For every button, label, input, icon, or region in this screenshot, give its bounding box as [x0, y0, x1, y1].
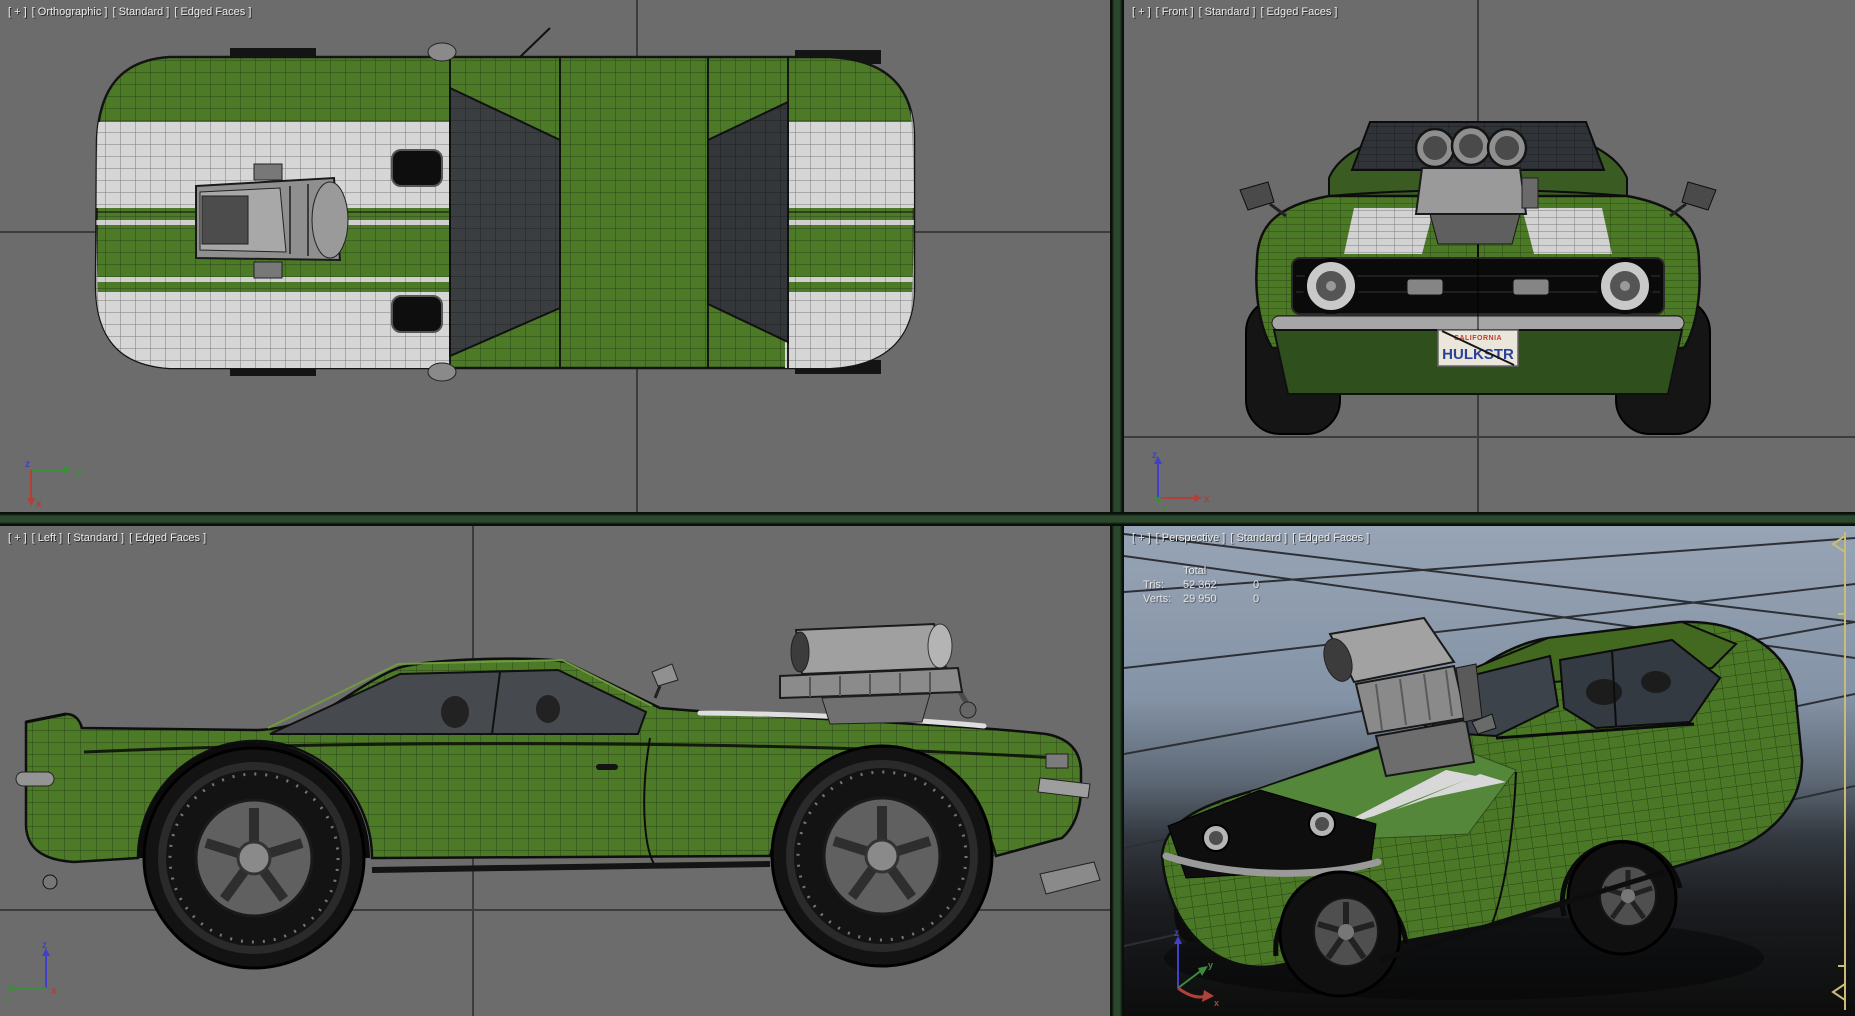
rear-wheel — [142, 746, 366, 970]
label-plus-menu[interactable]: [ + ] — [1132, 532, 1151, 544]
stats-row-verts: Verts: 29 950 0 — [1143, 593, 1260, 605]
side-mirror — [427, 362, 457, 382]
label-pov-menu[interactable]: [ Left ] — [32, 532, 63, 544]
svg-text:y: y — [1208, 960, 1213, 970]
label-shading-menu[interactable]: [ Edged Faces ] — [174, 6, 251, 18]
seat — [1586, 679, 1622, 705]
axis-tripod: z y x — [4, 940, 57, 1004]
svg-text:x: x — [51, 986, 57, 997]
label-shading-menu[interactable]: [ Edged Faces ] — [1292, 532, 1369, 544]
label-pov-menu[interactable]: [ Orthographic ] — [32, 6, 108, 18]
rear-bumper — [15, 771, 55, 787]
antenna — [519, 27, 551, 58]
label-standard-menu[interactable]: [ Standard ] — [67, 532, 124, 544]
label-shading-menu[interactable]: [ Edged Faces ] — [129, 532, 206, 544]
side-mirror — [1669, 181, 1717, 218]
max-quad-viewports: [ + ] [ Orthographic ] [ Standard ] [ Ed… — [0, 0, 1855, 1016]
side-mirror — [427, 42, 457, 62]
front-canvas[interactable]: CALIFORNIA HULKSTR — [1124, 0, 1855, 512]
license-plate: CALIFORNIA HULKSTR — [1437, 329, 1519, 367]
viewport-splitter-horizontal[interactable] — [0, 512, 1855, 526]
viewport-splitter-vertical[interactable] — [1110, 0, 1124, 1016]
svg-text:z: z — [1152, 450, 1157, 461]
label-shading-menu[interactable]: [ Edged Faces ] — [1260, 6, 1337, 18]
rocker-stripe — [371, 861, 771, 873]
front-air-dam — [1039, 861, 1101, 895]
viewport-front[interactable]: CALIFORNIA HULKSTR [+] [Front] [Sta… — [1124, 0, 1855, 512]
viewport-label-orthographic: [ + ] [ Orthographic ] [ Standard ] [ Ed… — [8, 6, 251, 18]
label-standard-menu[interactable]: [ Standard ] — [1230, 532, 1287, 544]
axis-tripod: z x y — [1152, 450, 1210, 512]
side-mirror — [1239, 181, 1287, 218]
car-model-front-view[interactable]: CALIFORNIA HULKSTR — [1239, 115, 1717, 435]
axis-tripod: z y x — [25, 459, 82, 510]
label-plus-menu[interactable]: [ + ] — [8, 532, 27, 544]
viewport-orthographic[interactable]: [ + ] [ Orthographic ] [ Standard ] [ Ed… — [0, 0, 1110, 512]
svg-text:x: x — [1214, 998, 1219, 1008]
side-mirror — [651, 663, 679, 699]
label-plus-menu[interactable]: [ + ] — [1132, 6, 1151, 18]
stats-row-tris: Tris: 52 362 0 — [1143, 579, 1260, 591]
label-standard-menu[interactable]: [ Standard ] — [112, 6, 169, 18]
svg-text:y: y — [76, 467, 82, 478]
active-viewport-indicator — [1831, 532, 1846, 1010]
front-wheel — [770, 744, 994, 968]
svg-text:x: x — [1204, 494, 1210, 505]
svg-text:z: z — [25, 459, 30, 470]
left-canvas[interactable] — [0, 526, 1110, 1016]
exhaust-tip — [42, 874, 58, 890]
seat — [1641, 671, 1671, 693]
orthographic-canvas[interactable] — [0, 0, 1110, 512]
stats-header: Total — [1183, 565, 1207, 577]
viewport-perspective[interactable]: [ + ] [ Perspective ] [ Standard ] [ Edg… — [1124, 526, 1855, 1016]
hood-vent — [391, 149, 443, 187]
label-pov-menu[interactable]: [ Front ] — [1156, 6, 1194, 18]
svg-text:x: x — [36, 499, 42, 510]
viewport-label-perspective: [ + ] [ Perspective ] [ Standard ] [ Edg… — [1132, 532, 1369, 544]
label-pov-menu[interactable]: [ Perspective ] — [1156, 532, 1226, 544]
label-standard-menu[interactable]: [ Standard ] — [1199, 6, 1256, 18]
axis-tripod: z y x — [1174, 928, 1219, 1008]
car-model-side-view[interactable] — [15, 622, 1101, 970]
headlight — [1045, 753, 1069, 769]
svg-text:y: y — [1162, 502, 1167, 512]
door-handle — [596, 764, 618, 770]
car-model-top-view[interactable] — [90, 27, 920, 382]
engine-blower — [779, 622, 977, 725]
viewport-left[interactable]: [ + ] [ Left ] [ Standard ] [ Edged Face… — [0, 526, 1110, 1016]
marker-light — [1406, 278, 1444, 296]
hood-vent — [391, 295, 443, 333]
viewport-label-left: [ + ] [ Left ] [ Standard ] [ Edged Face… — [8, 532, 206, 544]
viewport-label-front: [ + ] [ Front ] [ Standard ] [ Edged Fac… — [1132, 6, 1337, 18]
label-plus-menu[interactable]: [ + ] — [8, 6, 27, 18]
polygon-statistics: Total Tris: 52 362 0 Verts: 29 950 0 — [1143, 564, 1293, 606]
svg-text:y: y — [4, 994, 9, 1004]
marker-light — [1512, 278, 1550, 296]
